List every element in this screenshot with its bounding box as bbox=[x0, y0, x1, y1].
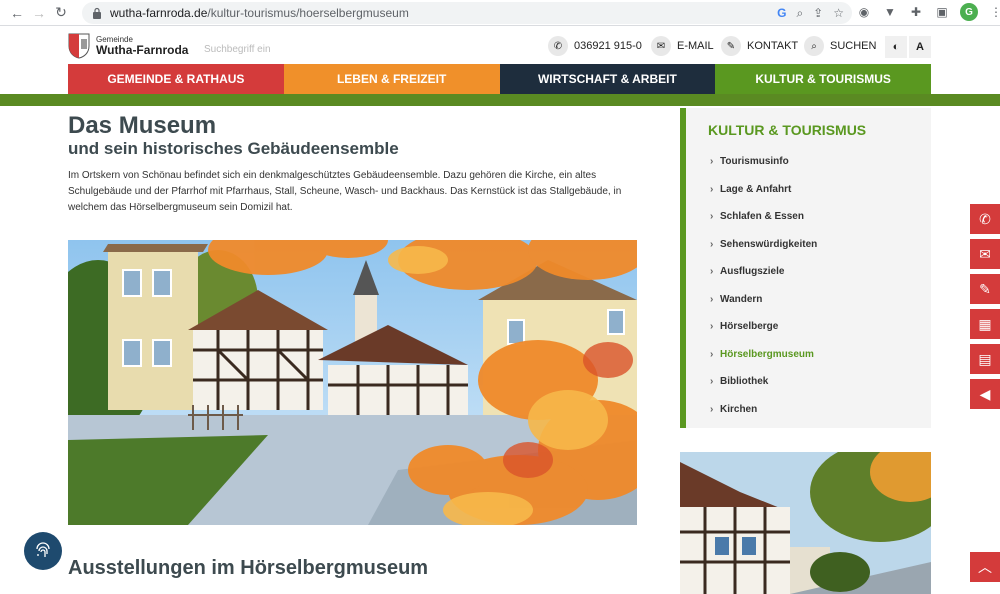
sidebar-item-wandern[interactable]: › Wandern bbox=[710, 286, 817, 314]
font-size-toggle[interactable]: A bbox=[909, 36, 931, 58]
mail-icon[interactable]: ✉ bbox=[970, 239, 1000, 269]
reload-icon[interactable]: ↻ bbox=[50, 2, 72, 24]
nav-wirtschaft-arbeit[interactable]: WIRTSCHAFT & ARBEIT bbox=[499, 64, 716, 94]
megaphone-icon[interactable]: ◀ bbox=[970, 379, 1000, 409]
search-placeholder-ghost: Suchbegriff ein bbox=[204, 44, 271, 55]
chevron-right-icon: › bbox=[710, 266, 714, 278]
coat-of-arms-icon bbox=[68, 33, 90, 59]
scroll-to-top-button[interactable]: ︿ bbox=[970, 552, 1000, 582]
url-path: /kultur-tourismus/hoerselbergmuseum bbox=[207, 6, 409, 20]
page-title: Das Museum bbox=[68, 112, 217, 139]
email-label: E-MAIL bbox=[677, 40, 714, 52]
share-icon[interactable]: ⇪ bbox=[813, 6, 823, 21]
sidebar-item-bibliothek[interactable]: › Bibliothek bbox=[710, 368, 817, 396]
sidebar-item-sehenswuerdigkeiten[interactable]: › Sehenswürdigkeiten bbox=[710, 231, 817, 259]
extensions-puzzle-icon[interactable]: ✚ bbox=[908, 4, 924, 20]
chevron-up-icon: ︿ bbox=[978, 559, 992, 575]
sidebar-item-hoerselbergmuseum[interactable]: › Hörselbergmuseum bbox=[710, 341, 817, 369]
sidebar-item-label: Ausflugsziele bbox=[720, 266, 785, 278]
fingerprint-icon bbox=[36, 542, 50, 557]
main-navigation: GEMEINDE & RATHAUS LEBEN & FREIZEIT WIRT… bbox=[68, 64, 931, 94]
newspaper-icon[interactable]: ▤ bbox=[970, 344, 1000, 374]
page-subtitle: und sein historisches Gebäudeensemble bbox=[68, 139, 399, 158]
phone-number: 036921 915-0 bbox=[574, 40, 642, 52]
nav-leben-freizeit[interactable]: LEBEN & FREIZEIT bbox=[283, 64, 500, 94]
sidebar-item-label: Hörselberge bbox=[720, 321, 779, 333]
chevron-right-icon: › bbox=[710, 403, 714, 415]
sidebar-title: KULTUR & TOURISMUS bbox=[708, 122, 867, 138]
phone-icon: ✆ bbox=[548, 36, 568, 56]
sidebar-item-ausflugsziele[interactable]: › Ausflugsziele bbox=[710, 258, 817, 286]
sidebar-item-label: Schlafen & Essen bbox=[720, 211, 804, 223]
phone-icon[interactable]: ✆ bbox=[970, 204, 1000, 234]
sidebar-item-label: Wandern bbox=[720, 293, 763, 305]
mail-icon: ✉ bbox=[651, 36, 671, 56]
intro-paragraph: Im Ortskern von Schönau befindet sich ei… bbox=[68, 170, 622, 213]
bookmark-star-icon[interactable]: ☆ bbox=[833, 6, 844, 21]
email-link[interactable]: ✉ E-MAIL bbox=[651, 36, 714, 56]
chevron-right-icon: › bbox=[710, 293, 714, 305]
museum-hero-photo bbox=[68, 240, 637, 525]
contrast-toggle-icon[interactable]: ◐ bbox=[885, 36, 907, 58]
address-bar[interactable]: wutha-farnroda.de/kultur-tourismus/hoers… bbox=[82, 2, 852, 24]
contact-label: KONTAKT bbox=[747, 40, 799, 52]
menu-dots-icon[interactable]: ⋮ bbox=[988, 4, 1000, 20]
section-color-bar bbox=[0, 94, 1000, 106]
phone-link[interactable]: ✆ 036921 915-0 bbox=[548, 36, 642, 56]
sidebar-item-label: Sehenswürdigkeiten bbox=[720, 238, 818, 250]
sidebar-item-label: Bibliothek bbox=[720, 376, 769, 388]
logo-label: Wutha-Farnroda bbox=[96, 43, 189, 57]
section-heading-exhibitions: Ausstellungen im Hörselbergmuseum bbox=[68, 557, 429, 579]
url-host: wutha-farnroda.de bbox=[110, 6, 208, 20]
search-icon: ⌕ bbox=[804, 36, 824, 56]
search-label: SUCHEN bbox=[830, 40, 877, 52]
pen-icon[interactable]: ✎ bbox=[970, 274, 1000, 304]
quick-access-bar: ✆ ✉ ✎ ▦ ▤ ◀ bbox=[970, 204, 1000, 409]
calendar-icon[interactable]: ▦ bbox=[970, 309, 1000, 339]
forward-icon[interactable]: → bbox=[28, 2, 50, 24]
chevron-right-icon: › bbox=[710, 348, 714, 360]
sidebar-item-label: Lage & Anfahrt bbox=[720, 183, 792, 195]
sidebar-item-hoerselberge[interactable]: › Hörselberge bbox=[710, 313, 817, 341]
nav-gemeinde-rathaus[interactable]: GEMEINDE & RATHAUS bbox=[68, 64, 284, 94]
nav-kultur-tourismus[interactable]: KULTUR & TOURISMUS bbox=[715, 64, 931, 94]
sidebar-item-tourismusinfo[interactable]: › Tourismusinfo bbox=[710, 148, 817, 176]
chevron-right-icon: › bbox=[710, 156, 714, 168]
section-sidebar: KULTUR & TOURISMUS › Tourismusinfo › Lage … bbox=[680, 108, 931, 428]
chevron-right-icon: › bbox=[710, 238, 714, 250]
lock-icon bbox=[93, 7, 101, 19]
chevron-right-icon: › bbox=[710, 321, 714, 333]
fingerprint-button[interactable] bbox=[24, 532, 62, 570]
vpn-extension-icon[interactable]: ▼ bbox=[882, 4, 898, 20]
sidebar-museum-photo bbox=[680, 452, 931, 594]
site-logo[interactable]: Gemeinde Wutha-Farnroda bbox=[68, 33, 188, 59]
sidebar-item-label: Tourismusinfo bbox=[720, 156, 789, 168]
sidebar-item-label: Kirchen bbox=[720, 403, 758, 415]
sidebar-item-lage-anfahrt[interactable]: › Lage & Anfahrt bbox=[710, 176, 817, 204]
chevron-right-icon: › bbox=[710, 376, 714, 388]
search-button[interactable]: ⌕ SUCHEN bbox=[804, 36, 876, 56]
sidebar-item-label: Hörselbergmuseum bbox=[720, 348, 814, 360]
google-icon[interactable]: G bbox=[777, 6, 786, 21]
pen-icon: ✎ bbox=[721, 36, 741, 56]
sidepanel-icon[interactable]: ▣ bbox=[934, 4, 950, 20]
sidebar-item-kirchen[interactable]: › Kirchen bbox=[710, 396, 817, 424]
profile-avatar[interactable]: G bbox=[960, 3, 978, 21]
sidebar-item-schlafen-essen[interactable]: › Schlafen & Essen bbox=[710, 203, 817, 231]
browser-toolbar: ← → ↻ wutha-farnroda.de/kultur-tourismus… bbox=[0, 0, 1000, 26]
contact-link[interactable]: ✎ KONTAKT bbox=[721, 36, 798, 56]
chevron-right-icon: › bbox=[710, 211, 714, 223]
password-manager-icon[interactable]: ◉ bbox=[856, 4, 872, 20]
back-icon[interactable]: ← bbox=[6, 2, 28, 24]
zoom-icon[interactable]: ⌕ bbox=[796, 6, 803, 21]
chevron-right-icon: › bbox=[710, 183, 714, 195]
